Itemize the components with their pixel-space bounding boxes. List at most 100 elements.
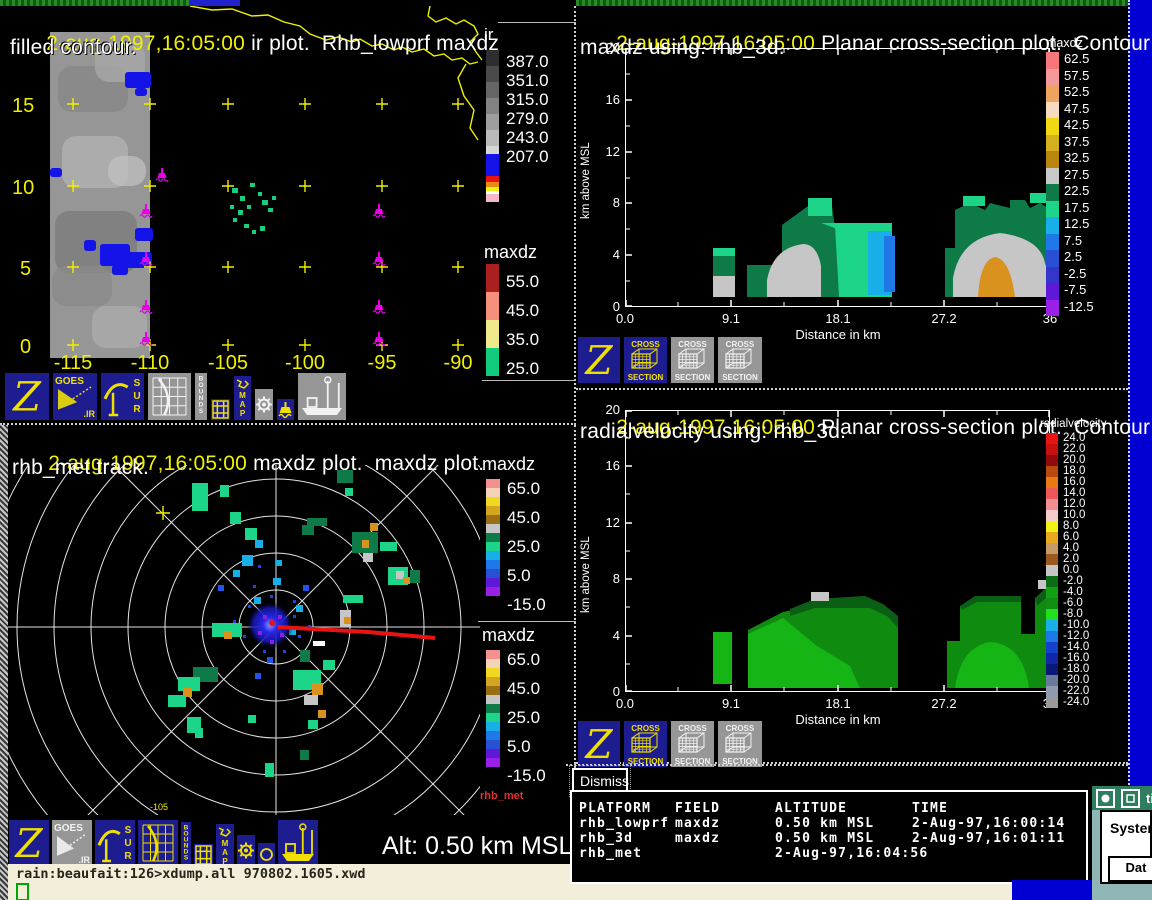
colorbar-segment [486, 479, 500, 488]
colorbar-tick-label: 42.5 [1059, 118, 1089, 135]
grid-curve-button[interactable] [138, 820, 178, 866]
zebra-button[interactable]: Z [9, 820, 49, 866]
cube-icon: CROSSSECTION [671, 337, 714, 383]
colorbar-segment [486, 533, 500, 542]
colorbar-swatch [1046, 521, 1058, 532]
status-table-window: PLATFORM FIELD ALTITUDE TIME rhb_lowprf … [570, 790, 1088, 884]
gridcurve-icon [138, 820, 178, 866]
colorbar-segment [486, 66, 499, 82]
window-iconify-icon[interactable] [1121, 789, 1140, 808]
colorbar-segment [486, 264, 499, 292]
y-tick: 12 [594, 515, 620, 530]
colorbar-tick-label: 387.0 [506, 52, 549, 72]
zebra-button[interactable]: Z [5, 373, 49, 420]
cross-section-button-3[interactable]: CROSSSECTION [718, 721, 762, 767]
surveillance-radar-button[interactable]: SUR [101, 373, 144, 420]
cross-section-button-3[interactable]: CROSSSECTION [718, 337, 762, 383]
y-tick: 20 [594, 402, 620, 417]
colorbar-swatch [1046, 466, 1058, 477]
cross-section-button-2[interactable]: CROSSSECTION [671, 721, 714, 767]
colorbar-segment [486, 731, 500, 740]
ir-colorbar: 387.0351.0315.0279.0243.0207.0 [486, 50, 499, 202]
colorbar-swatch [1046, 576, 1058, 587]
colorbar-swatch [1046, 250, 1059, 267]
cross-section-button-active[interactable]: CROSSSECTION [624, 721, 667, 767]
mini-window-titlebar[interactable]: tin [1092, 786, 1152, 810]
grid-curve-button[interactable] [148, 373, 191, 420]
cube-icon: CROSSSECTION [718, 337, 762, 383]
lon-tick: -115 [43, 352, 103, 375]
buoy-button[interactable] [277, 399, 294, 420]
ship-button[interactable] [298, 373, 346, 420]
colorbar-tick-label: 55.0 [506, 272, 539, 292]
map-button[interactable]: MAP [216, 824, 234, 866]
bounds-button[interactable]: BOUNDS [195, 373, 207, 420]
colorbar-divider [478, 621, 576, 622]
colorbar-swatch [1046, 69, 1059, 86]
y-axis-label: km above MSL [580, 500, 592, 650]
x-tick: 0.0 [595, 696, 655, 711]
svg-text:A: A [240, 400, 246, 409]
x-tick: 9.1 [701, 311, 761, 326]
zebra-button[interactable]: Z [578, 337, 620, 383]
colorbar-segment [486, 497, 500, 506]
cross-section-maxdz-panel: 2-aug-1997,16:05:00 Planar cross-section… [576, 6, 1128, 390]
lon-tick: -100 [275, 352, 335, 375]
cross-section-button-active[interactable]: CROSSSECTION [624, 337, 667, 383]
ppi-radar-plot[interactable]: -105 [8, 465, 480, 815]
small-grid-button[interactable] [194, 844, 213, 866]
colorbar-segment [486, 650, 500, 659]
gear-button[interactable] [237, 835, 255, 866]
colorbar-segment [486, 686, 500, 695]
radar-icon: SUR [101, 373, 144, 420]
colorbar-segment [486, 515, 500, 524]
colorbar-swatch [1046, 543, 1058, 554]
terminal-command-line[interactable]: rain:beaufait:126>xdump.all 970802.1605.… [16, 866, 366, 882]
x-axis-label: Distance in km [778, 327, 898, 342]
colorbar-segment [486, 50, 499, 66]
goes-ir-button[interactable]: GOES.IR [52, 820, 92, 866]
window-menu-icon[interactable] [1096, 789, 1115, 808]
colorbar-segment [486, 114, 499, 130]
colorbar-tick-label: 207.0 [506, 147, 549, 167]
colorbar-segment [486, 722, 500, 731]
maxdz-colorbar-title-1: maxdz [482, 454, 535, 475]
vtext-icon: BOUNDS [195, 373, 207, 420]
circle-button[interactable] [258, 843, 275, 866]
colorbar-tick-label: 52.5 [1059, 85, 1089, 102]
surveillance-radar-button[interactable]: SUR [95, 820, 135, 866]
cross-section-plot[interactable] [625, 48, 1050, 307]
small-grid-button[interactable] [211, 399, 230, 420]
map-button[interactable]: MAP [234, 376, 251, 420]
y-tick: 16 [594, 92, 620, 107]
status-header-field: FIELD [675, 801, 720, 816]
gear-button[interactable] [255, 389, 273, 420]
colorbar-swatch [1046, 697, 1058, 708]
zebra-button[interactable]: Z [578, 721, 620, 767]
colorbar-segment [486, 560, 500, 569]
colorbar-swatch [1046, 532, 1058, 543]
colorbar-tick-label: 279.0 [506, 109, 549, 129]
time-control-mini-window: tin System Dat [1092, 786, 1152, 884]
maxdz-colorbar-1: 65.045.025.05.0-15.0 [486, 479, 500, 596]
cross-section-button-2[interactable]: CROSSSECTION [671, 337, 714, 383]
desktop-teal-block [1092, 884, 1152, 900]
lat-tick-0: 0 [20, 336, 31, 359]
x-axis-label: Distance in km [778, 712, 898, 727]
zebra-icon: Z [9, 820, 49, 866]
cube-icon: CROSSSECTION [671, 721, 714, 767]
bounds-button[interactable]: BOUNDS [181, 822, 191, 866]
svg-text:Z: Z [583, 723, 613, 767]
svg-text:SECTION: SECTION [628, 373, 664, 382]
ship-button[interactable] [278, 820, 318, 866]
colorbar-tick-label: 25.0 [506, 359, 539, 379]
colorbar-swatch [1046, 587, 1058, 598]
colorbar-segment [486, 320, 499, 348]
date-button[interactable]: Dat [1108, 856, 1152, 882]
ir-colorbar-title: ir [484, 25, 493, 45]
cross-section-plot[interactable] [625, 410, 1050, 692]
colorbar-segment [486, 704, 500, 713]
goes-ir-button[interactable]: GOES.IR [53, 373, 97, 420]
svg-text:GOES: GOES [54, 823, 83, 834]
vtext-icon: BOUNDS [181, 822, 191, 866]
